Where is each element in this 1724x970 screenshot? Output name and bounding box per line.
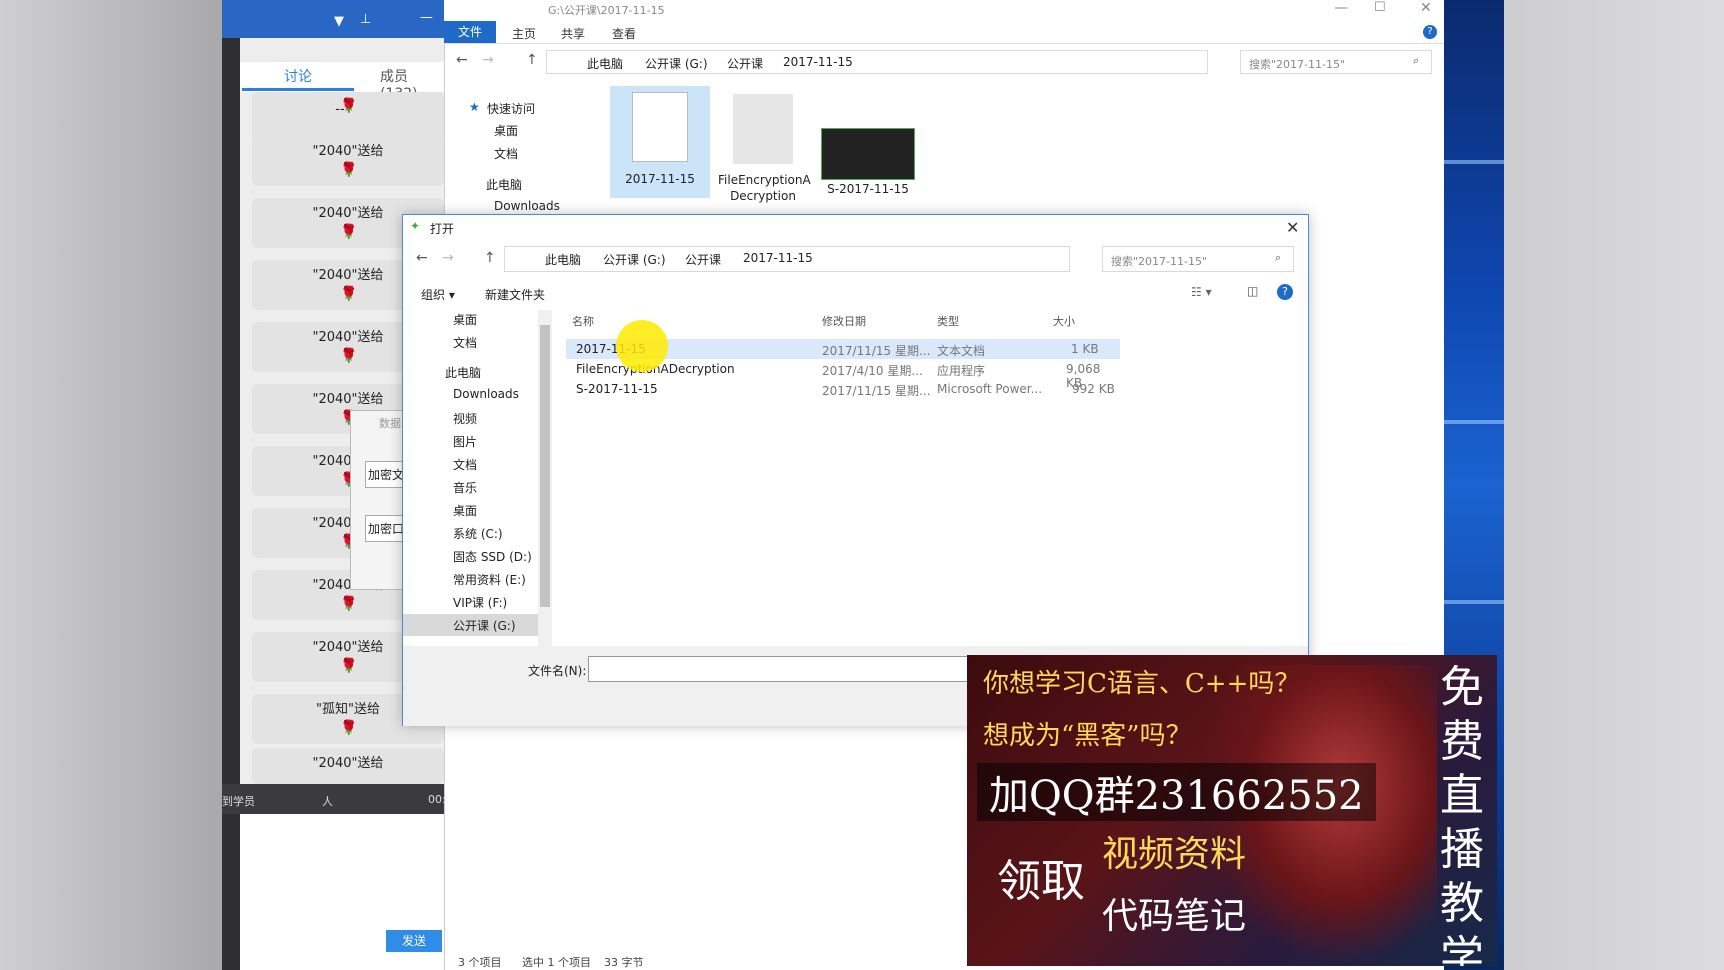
nav-documents[interactable]: 文档	[494, 145, 518, 162]
file-tile[interactable]: FileEncryptionA Decryption	[718, 86, 811, 206]
dialog-app-icon: ✦	[410, 219, 421, 233]
organize-button[interactable]: 组织 ▾	[421, 286, 455, 303]
pin-icon[interactable]: ⊥	[360, 12, 371, 27]
rose-icon: 🌹	[340, 286, 358, 302]
column-name[interactable]: 名称	[572, 313, 594, 329]
close-icon[interactable]: ✕	[1286, 218, 1299, 237]
window-title: G:\公开课\2017-11-15	[548, 4, 665, 17]
view-options-icon[interactable]: ☷ ▾	[1191, 285, 1212, 299]
tab-underline	[242, 88, 354, 91]
rose-icon: 🌹	[340, 224, 358, 240]
chat-panel-edge	[222, 0, 240, 970]
tree-item-selected[interactable]: 公开课 (G:)	[453, 617, 516, 634]
column-type[interactable]: 类型	[937, 313, 959, 329]
file-row[interactable]: S-2017-11-15 2017/11/15 星期... Microsoft …	[566, 379, 1120, 399]
search-input[interactable]: 搜索"2017-11-15" ⌕	[1240, 50, 1432, 74]
forward-icon[interactable]: →	[482, 52, 494, 68]
dialog-search-input[interactable]: 搜索"2017-11-15" ⌕	[1102, 246, 1294, 272]
nav-downloads[interactable]: Downloads	[494, 199, 560, 213]
filename-input[interactable]	[588, 656, 988, 682]
dialog-title: 打开	[430, 222, 455, 236]
maximize-icon[interactable]: ☐	[1374, 0, 1386, 15]
dialog-address-bar[interactable]: 此电脑 公开课 (G:) 公开课 2017-11-15	[504, 246, 1070, 272]
chat-message: "2040"送给 🌹	[252, 136, 444, 186]
tree-item[interactable]: 视频	[453, 410, 477, 427]
search-icon: ⌕	[1275, 251, 1282, 264]
minimize-icon[interactable]: —	[420, 10, 433, 25]
address-bar[interactable]: 此电脑 公开课 (G:) 公开课 2017-11-15	[546, 50, 1208, 74]
tab-discuss[interactable]: 讨论	[284, 66, 312, 86]
rose-icon: 🌹	[340, 348, 358, 364]
help-icon[interactable]: ?	[1423, 25, 1437, 39]
tree-item[interactable]: 音乐	[453, 479, 477, 496]
cursor-highlight	[616, 320, 668, 372]
tree-item[interactable]: 常用资料 (E:)	[453, 571, 526, 588]
explorer-titlebar: G:\公开课\2017-11-15 — ☐ ✕	[444, 0, 1444, 20]
send-button[interactable]: 发送	[386, 930, 442, 952]
popup-item[interactable]: 加密文	[365, 461, 408, 488]
back-icon[interactable]: ←	[416, 250, 428, 266]
rose-icon: 🌹	[340, 658, 358, 674]
scrollbar-thumb[interactable]	[540, 325, 550, 607]
tree-item[interactable]: VIP课 (F:)	[453, 594, 507, 611]
rose-icon: 🌹	[340, 98, 358, 114]
popup-item[interactable]: 数据	[379, 415, 401, 431]
popup-item[interactable]: 加密口	[365, 515, 408, 542]
tree-item[interactable]: 图片	[453, 433, 477, 450]
ribbon-tab-file[interactable]: 文件	[444, 21, 496, 43]
nav-this-pc[interactable]: 此电脑	[486, 176, 522, 193]
app-icon	[733, 94, 793, 164]
column-date[interactable]: 修改日期	[822, 313, 866, 329]
tree-item[interactable]: 固态 SSD (D:)	[453, 548, 532, 565]
ad-banner: 你想学习C语言、C++吗？ 想成为“黑客”吗？ 加QQ群231662552 视频…	[967, 655, 1497, 966]
star-icon: ★	[469, 100, 480, 114]
chat-bottombar: 到学员 人 00:	[222, 784, 446, 814]
back-icon[interactable]: ←	[456, 52, 468, 68]
search-icon: ⌕	[1413, 54, 1420, 67]
text-file-icon	[632, 92, 688, 162]
tree-item[interactable]: 桌面	[453, 502, 477, 519]
ribbon-tab-home[interactable]: 主页	[512, 25, 536, 42]
dialog-nav-tree: 桌面 文档 此电脑 Downloads 视频 图片 文档 音乐 桌面 系统 (C…	[403, 306, 553, 646]
up-icon[interactable]: ↑	[484, 250, 496, 266]
up-icon[interactable]: ↑	[526, 52, 538, 68]
dialog-command-bar: 组织 ▾ 新建文件夹 ☷ ▾ ◫ ?	[403, 282, 1308, 304]
tree-item[interactable]: Downloads	[453, 387, 519, 401]
tree-item[interactable]: 系统 (C:)	[453, 525, 503, 542]
column-size[interactable]: 大小	[1053, 313, 1075, 329]
nav-quick-access[interactable]: 快速访问	[487, 100, 535, 117]
rose-icon: 🌹	[340, 596, 358, 612]
file-tile[interactable]: 2017-11-15	[610, 86, 710, 198]
new-folder-button[interactable]: 新建文件夹	[485, 286, 545, 303]
ribbon-tab-share[interactable]: 共享	[561, 25, 585, 42]
help-icon[interactable]: ?	[1277, 284, 1293, 300]
ribbon	[444, 20, 1444, 44]
preview-pane-icon[interactable]: ◫	[1247, 284, 1258, 298]
ribbon-tab-view[interactable]: 查看	[612, 25, 636, 42]
rose-icon: 🌹	[340, 162, 358, 178]
popup-menu: 数据 加密文 加密口	[350, 410, 410, 590]
rose-icon: 🌹	[340, 720, 358, 736]
chat-message: "2040"送给	[252, 748, 444, 784]
tree-item[interactable]: 此电脑	[445, 364, 481, 381]
tree-item[interactable]: 文档	[453, 456, 477, 473]
desktop-left-blur	[0, 0, 222, 970]
nav-desktop[interactable]: 桌面	[494, 122, 518, 139]
tree-item[interactable]: 文档	[453, 334, 477, 351]
file-tile[interactable]: S-2017-11-15	[818, 86, 918, 198]
minimize-icon[interactable]: —	[1334, 0, 1348, 16]
forward-icon[interactable]: →	[442, 250, 454, 266]
dropdown-icon[interactable]: ▼	[334, 14, 344, 29]
filename-label: 文件名(N):	[528, 664, 587, 678]
pptx-thumbnail	[821, 128, 915, 180]
close-icon[interactable]: ✕	[1420, 0, 1432, 16]
chat-titlebar: ▼ ⊥ —	[222, 0, 444, 38]
tree-item[interactable]: 桌面	[453, 311, 477, 328]
chat-message: -- 🌹	[252, 92, 444, 142]
